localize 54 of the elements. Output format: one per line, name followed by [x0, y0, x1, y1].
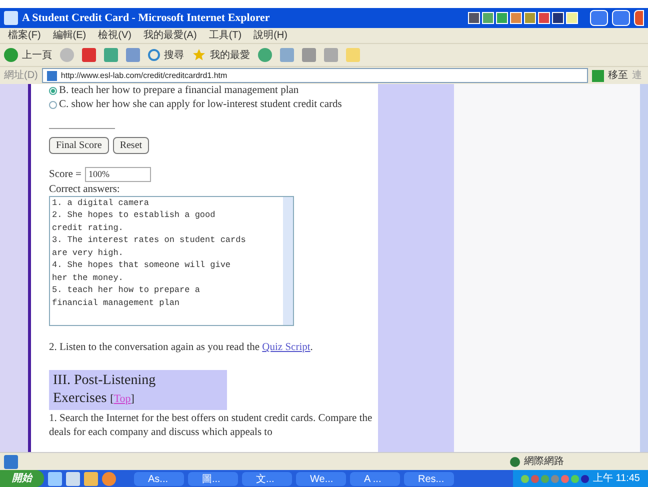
- answer-line: 4. She hopes that someone will give: [52, 259, 232, 272]
- taskbar-button[interactable]: As...: [134, 472, 184, 486]
- start-button[interactable]: 開始: [0, 470, 44, 487]
- top-link[interactable]: [Top]: [110, 392, 134, 404]
- menu-item[interactable]: 說明(H): [254, 28, 288, 43]
- section-heading: Exercises: [53, 390, 107, 406]
- restore-button[interactable]: [612, 10, 630, 26]
- answer-line: are very high.: [52, 246, 124, 260]
- answer-line: 5. teach her how to prepare a: [52, 284, 201, 297]
- back-button[interactable]: 上一頁: [4, 48, 52, 62]
- exercise-text: 1. Search the Internet for the best offers on student credit cards. Compare the deals for each company and discuss which appeals to: [49, 412, 374, 440]
- minimize-button[interactable]: [590, 10, 608, 26]
- score-label: Score =: [49, 168, 82, 182]
- answer-line: credit rating.: [52, 222, 124, 234]
- search-button[interactable]: 搜尋: [148, 48, 184, 62]
- option-label: C. show her how she can apply for low-interest student credit cards: [59, 98, 342, 112]
- status-zone: 網際網路: [524, 455, 564, 469]
- answer-line: 3. The interest rates on student cards: [52, 234, 247, 247]
- answer-line: 1. a digital camera: [52, 196, 150, 210]
- taskbar-button[interactable]: We...: [296, 472, 346, 486]
- go-button[interactable]: 移至: [592, 68, 628, 83]
- menu-item[interactable]: 檢視(V): [98, 28, 132, 43]
- radio-button[interactable]: [49, 101, 57, 109]
- final-score-button[interactable]: Final Score: [49, 137, 109, 154]
- menu-item[interactable]: 編輯(E): [52, 28, 86, 43]
- reset-button[interactable]: Reset: [112, 137, 150, 154]
- address-field[interactable]: http://www.esl-lab.com/credit/creditcardrd1.htm: [42, 68, 588, 83]
- star-icon: [192, 48, 206, 62]
- scrollbar[interactable]: [640, 84, 648, 452]
- scrollbar[interactable]: [283, 196, 293, 325]
- menu-item[interactable]: 檔案(F): [8, 28, 41, 43]
- favorites-button[interactable]: 我的最愛: [192, 48, 250, 62]
- tray-icons-drawing: [520, 474, 589, 482]
- answer-line: her the money.: [52, 272, 124, 284]
- answers-textarea[interactable]: [49, 196, 294, 326]
- taskbar-button[interactable]: 圖...: [188, 472, 238, 486]
- menu-item[interactable]: 我的最愛(A): [143, 28, 197, 43]
- window-title: A Student Credit Card - Microsoft Internet Explorer: [22, 10, 270, 26]
- taskbar-button[interactable]: 文...: [242, 472, 292, 486]
- taskbar-button[interactable]: Res...: [404, 472, 454, 486]
- score-field[interactable]: 100%: [85, 167, 152, 182]
- address-label: 網址(D): [4, 68, 38, 83]
- option-label: B. teach her how to prepare a financial management plan: [59, 84, 299, 98]
- section-heading: III. Post-Listening: [53, 372, 157, 390]
- menu-item[interactable]: 工具(T): [208, 28, 242, 43]
- answer-line: 2. She hopes to establish a good: [52, 209, 216, 222]
- taskbar-button[interactable]: A ...: [350, 472, 400, 486]
- clock: 上午 11:45: [592, 472, 640, 486]
- answer-line: financial management plan: [52, 296, 181, 310]
- instruction-text: 2. Listen to the conversation again as you read the Quiz Script.: [49, 340, 314, 355]
- answers-label: Correct answers:: [49, 182, 121, 196]
- quiz-script-link[interactable]: Quiz Script: [262, 342, 310, 353]
- close-button[interactable]: [634, 10, 644, 26]
- radio-button[interactable]: [49, 87, 57, 95]
